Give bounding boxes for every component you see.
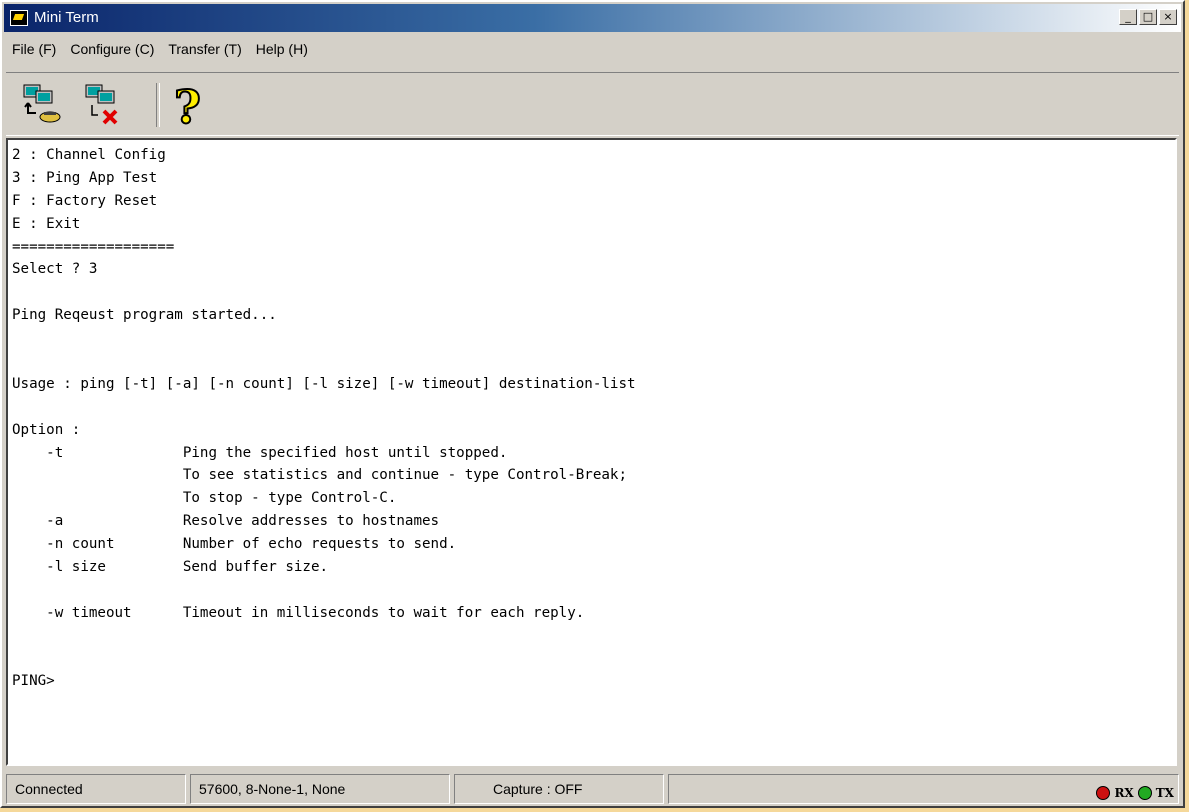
- help-icon: ?: [173, 79, 202, 135]
- svg-text:?: ?: [174, 81, 201, 129]
- app-icon: [10, 10, 28, 26]
- rx-tx-indicators: RX TX: [1096, 779, 1174, 807]
- terminal-line: Ping Reqeust program started...: [12, 307, 277, 324]
- terminal-line: To stop - type Control-C.: [12, 490, 397, 507]
- status-indicators-pane: RX TX: [668, 774, 1179, 804]
- terminal-lines: 2 : Channel Config 3 : Ping App Test F : F…: [12, 144, 636, 693]
- tx-label: TX: [1155, 786, 1174, 800]
- status-connection: Connected: [6, 774, 186, 804]
- terminal-line: Select ? 3: [12, 261, 98, 278]
- terminal-line: PING>: [12, 673, 55, 690]
- terminal-line: To see statistics and continue - type Co…: [12, 467, 627, 484]
- tx-led-icon: [1137, 786, 1152, 800]
- disconnect-icon: [85, 84, 118, 125]
- menu-help[interactable]: Help (H): [256, 41, 308, 63]
- help-button[interactable]: ?: [170, 79, 214, 135]
- terminal-line: ===================: [12, 238, 175, 255]
- terminal-line: Usage : ping [-t] [-a] [-n count] [-l si…: [12, 375, 636, 392]
- toolbar-separator: [156, 83, 160, 127]
- terminal-line: F : Factory Reset: [12, 192, 158, 209]
- title-bar[interactable]: Mini Term _ □ ×: [4, 4, 1181, 32]
- terminal-line: Option :: [12, 421, 81, 438]
- terminal-line: E : Exit: [12, 215, 81, 232]
- status-bar: Connected 57600, 8-None-1, None Capture …: [6, 774, 1179, 804]
- menu-file[interactable]: File (F): [12, 41, 56, 63]
- mini-term-window: Mini Term _ □ × File (F) Configure (C) T…: [0, 0, 1185, 808]
- terminal-line: -a Resolve addresses to hostnames: [12, 513, 440, 530]
- minimize-button[interactable]: _: [1119, 9, 1137, 25]
- terminal-output[interactable]: 2 : Channel Config 3 : Ping App Test F : F…: [6, 138, 1177, 766]
- window-title: Mini Term: [34, 9, 99, 26]
- window-controls: _ □ ×: [1119, 9, 1177, 25]
- close-button[interactable]: ×: [1159, 9, 1177, 25]
- terminal-line: -w timeout Timeout in milliseconds to wa…: [12, 604, 585, 621]
- toolbar: ?: [6, 72, 1179, 136]
- status-port-settings: 57600, 8-None-1, None: [190, 774, 450, 804]
- terminal-line: 2 : Channel Config: [12, 147, 166, 163]
- menu-configure[interactable]: Configure (C): [70, 41, 154, 63]
- connect-button[interactable]: [20, 81, 64, 129]
- maximize-button[interactable]: □: [1139, 9, 1157, 25]
- rx-label: RX: [1114, 786, 1134, 800]
- status-capture: Capture : OFF: [454, 774, 664, 804]
- connect-icon: [23, 84, 61, 123]
- menu-bar: File (F) Configure (C) Transfer (T) Help…: [6, 41, 308, 63]
- terminal-line: -l size Send buffer size.: [12, 559, 329, 576]
- terminal-line: 3 : Ping App Test: [12, 169, 158, 186]
- rx-led-icon: [1096, 786, 1111, 800]
- menu-transfer[interactable]: Transfer (T): [168, 41, 241, 63]
- terminal-line: -n count Number of echo requests to send…: [12, 536, 457, 553]
- terminal-line: -t Ping the specified host until stopped…: [12, 444, 508, 461]
- disconnect-button[interactable]: [82, 81, 126, 129]
